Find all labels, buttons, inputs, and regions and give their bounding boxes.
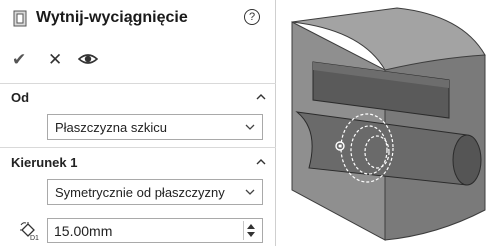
collapse-icon[interactable] [256, 93, 266, 100]
from-select[interactable]: Płaszczyzna szkicu [47, 114, 263, 140]
end-condition-value: Symetrycznie od płaszczyzny [55, 185, 225, 200]
part-model [291, 7, 486, 241]
help-icon[interactable]: ? [244, 9, 260, 25]
spin-down-icon[interactable] [247, 232, 255, 237]
from-select-value: Płaszczyzna szkicu [55, 120, 167, 135]
depth-value: 15.00mm [54, 223, 113, 239]
dropdown-arrow-icon [245, 124, 255, 130]
separator [0, 147, 276, 148]
eye-icon[interactable] [78, 52, 98, 66]
group-label-from: Od [11, 90, 30, 105]
confirm-icon[interactable]: ✔ [12, 50, 26, 70]
end-condition-select[interactable]: Symetrycznie od płaszczyzny [47, 179, 263, 205]
graphics-area[interactable] [277, 0, 488, 246]
dropdown-arrow-icon [245, 189, 255, 195]
depth-icon: D1 [20, 222, 39, 241]
separator [0, 83, 276, 84]
group-label-direction: Kierunek 1 [11, 155, 78, 170]
svg-text:D1: D1 [30, 235, 39, 241]
depth-input[interactable]: 15.00mm [47, 218, 263, 243]
property-manager-panel: Wytnij-wyciągnięcie ? ✔ ✕ Od Płaszczyzna… [0, 0, 276, 246]
help-glyph: ? [248, 11, 256, 23]
depth-spinner[interactable] [243, 221, 258, 240]
panel-header: Wytnij-wyciągnięcie ? [0, 0, 276, 40]
cut-extrude-icon [13, 10, 27, 27]
collapse-icon[interactable] [256, 158, 266, 165]
cancel-icon[interactable]: ✕ [48, 50, 62, 70]
feature-title: Wytnij-wyciągnięcie [36, 9, 188, 26]
spin-up-icon[interactable] [247, 224, 255, 229]
